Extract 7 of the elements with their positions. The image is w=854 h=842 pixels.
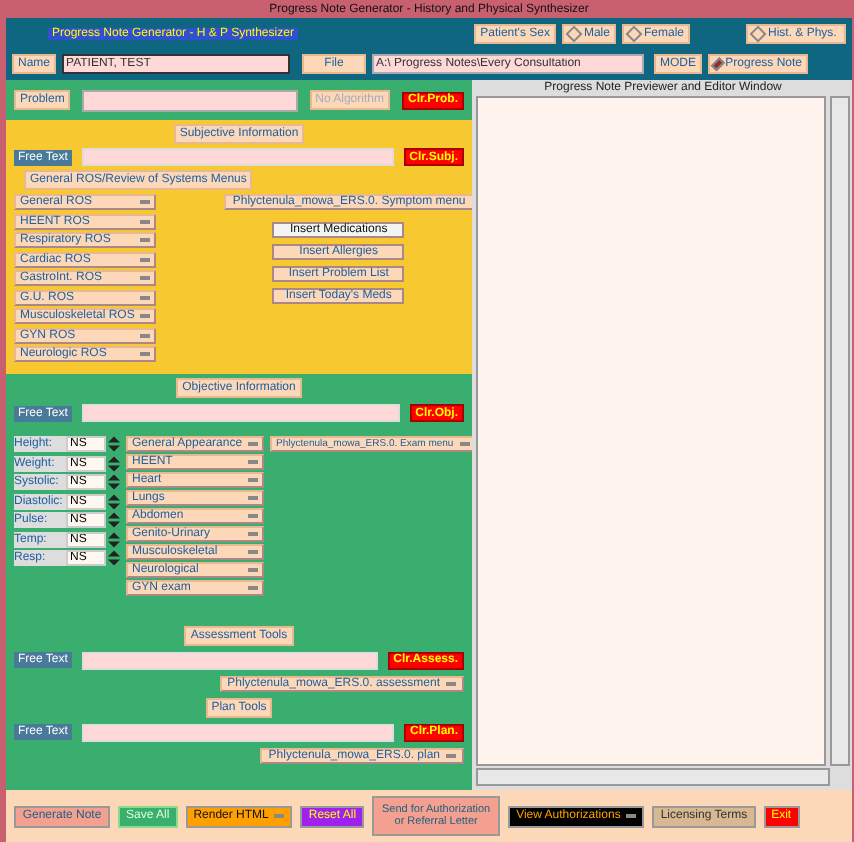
free-text-field[interactable] bbox=[81, 404, 400, 422]
problem-field[interactable] bbox=[82, 89, 298, 111]
vertical-scrollbar[interactable] bbox=[830, 96, 850, 766]
horizontal-scrollbar[interactable] bbox=[476, 768, 830, 786]
free-text-field[interactable] bbox=[81, 723, 394, 741]
free-text-field[interactable] bbox=[81, 651, 378, 669]
free-text-field[interactable] bbox=[81, 148, 394, 166]
